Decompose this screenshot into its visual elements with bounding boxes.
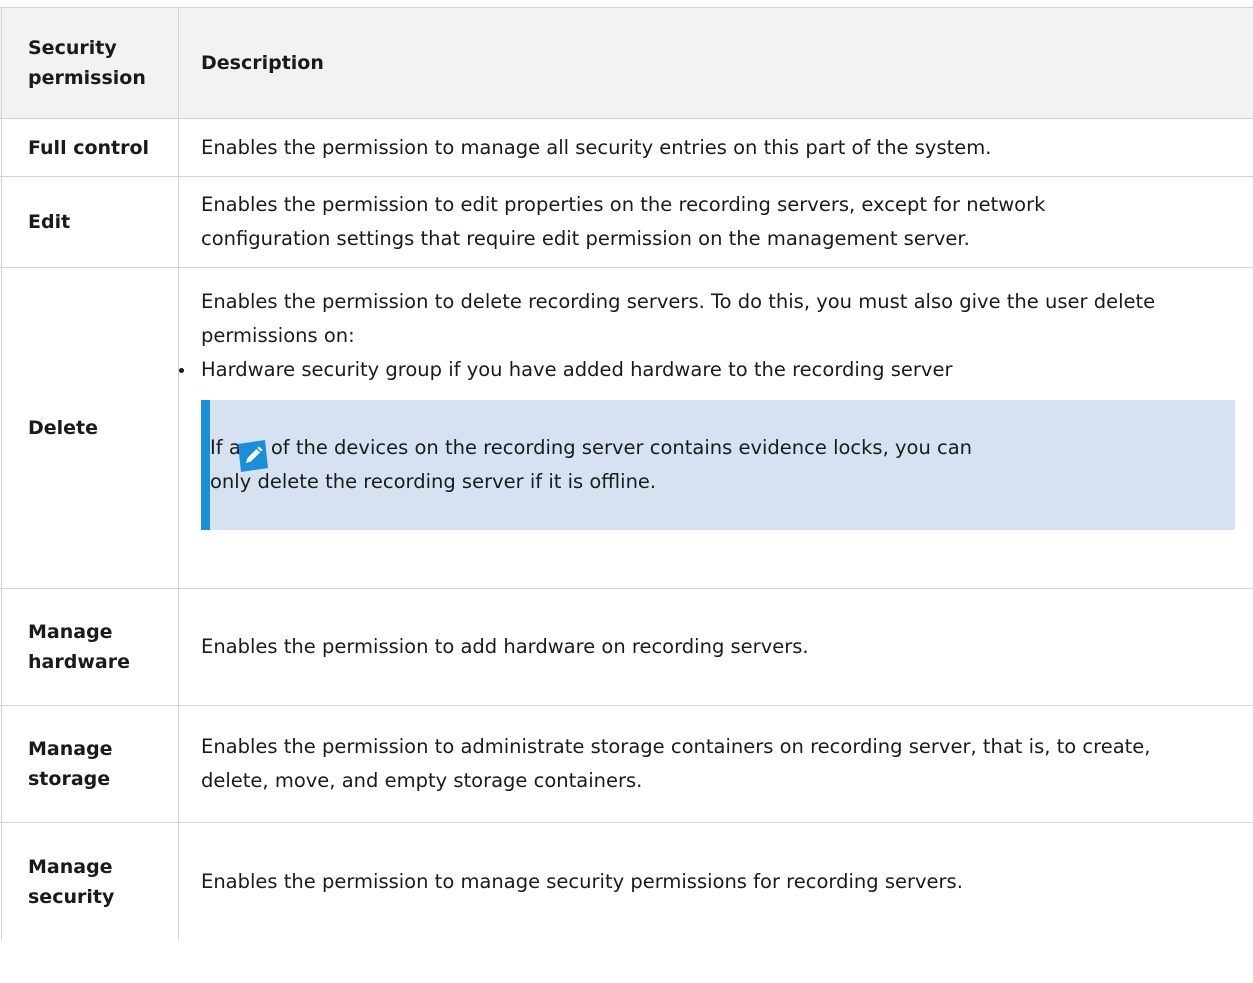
security-permissions-table: Security permission Description Full con… xyxy=(0,0,1253,940)
description-cell: Enables the permission to add hardware o… xyxy=(179,589,1253,705)
description-text: Enables the permission to edit propertie… xyxy=(201,193,1046,250)
description-text: Enables the permission to manage securit… xyxy=(201,869,963,893)
header-description: Description xyxy=(179,8,1253,118)
table-row: Manage security Enables the permission t… xyxy=(0,823,1253,940)
permission-cell: Full control xyxy=(1,119,179,176)
description-text: Enables the permission to administrate s… xyxy=(201,735,1151,792)
permission-name: Manage hardware xyxy=(28,621,130,673)
table-row: Manage hardware Enables the permission t… xyxy=(0,589,1253,706)
description-text: Enables the permission to add hardware o… xyxy=(201,635,809,658)
description-cell: Enables the permission to manage all sec… xyxy=(179,119,1253,176)
note-callout: If any of the devices on the recording s… xyxy=(201,400,1235,530)
description-cell: Enables the permission to delete recordi… xyxy=(179,268,1253,588)
description-text: Enables the permission to manage all sec… xyxy=(201,135,992,159)
pencil-note-icon xyxy=(238,440,268,472)
header-permission-label: Security permission xyxy=(28,37,146,89)
description-cell: Enables the permission to administrate s… xyxy=(179,706,1253,822)
header-description-label: Description xyxy=(201,52,324,74)
permission-name: Manage security xyxy=(28,855,115,908)
permission-name: Manage storage xyxy=(28,738,113,790)
table-header-row: Security permission Description xyxy=(0,7,1253,119)
table-row: Delete Enables the permission to delete … xyxy=(0,268,1253,589)
bullet-item: Hardware security group if you have adde… xyxy=(179,353,1253,387)
permission-cell: Edit xyxy=(1,177,179,267)
table-row: Full control Enables the permission to m… xyxy=(0,119,1253,177)
header-permission: Security permission xyxy=(1,8,179,118)
table-row: Edit Enables the permission to edit prop… xyxy=(0,177,1253,268)
description-cell: Enables the permission to edit propertie… xyxy=(179,177,1253,267)
permission-cell: Manage hardware xyxy=(1,589,179,705)
permission-name: Edit xyxy=(28,211,71,233)
permission-cell: Delete xyxy=(1,268,179,588)
permission-cell: Manage storage xyxy=(1,706,179,822)
permission-name: Full control xyxy=(28,136,150,159)
note-text: If any of the devices on the recording s… xyxy=(210,436,973,493)
description-text: Enables the permission to delete recordi… xyxy=(201,290,1156,347)
permission-name: Delete xyxy=(28,417,99,439)
permission-cell: Manage security xyxy=(1,823,179,940)
description-cell: Enables the permission to manage securit… xyxy=(179,823,1253,940)
table-row: Manage storage Enables the permission to… xyxy=(0,706,1253,823)
